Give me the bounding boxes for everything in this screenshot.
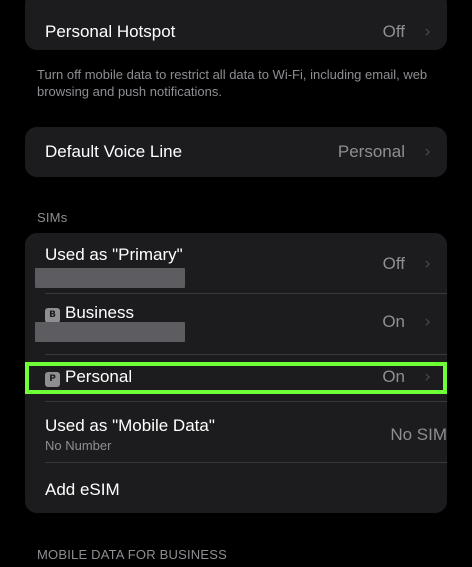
chevron-right-icon: › — [424, 367, 431, 387]
personal-sim-row[interactable]: P Personal On › — [25, 359, 447, 397]
business-sim-row[interactable]: B Business On › — [25, 294, 447, 354]
settings-screen: Personal Hotspot Off › Turn off mobile d… — [8, 0, 464, 567]
redacted-phone-number — [35, 268, 185, 288]
hotspot-group: Personal Hotspot Off › — [25, 0, 447, 50]
mobile-data-sim-value: No SIM — [390, 425, 447, 444]
mobile-data-sim-sublabel: No Number — [45, 438, 112, 453]
personal-hotspot-row[interactable]: Personal Hotspot Off › — [25, 0, 447, 50]
business-sim-label: B Business — [45, 303, 134, 323]
primary-sim-value: Off — [382, 254, 405, 273]
mobile-data-footnote: Turn off mobile data to restrict all dat… — [37, 67, 428, 99]
primary-sim-label: Used as "Primary" — [45, 245, 183, 264]
mobile-data-sim-row[interactable]: Used as "Mobile Data" No Number No SIM — [25, 402, 447, 462]
default-voice-line-label: Default Voice Line — [45, 142, 183, 161]
personal-sim-value: On — [382, 367, 405, 386]
business-sim-name: Business — [65, 303, 134, 322]
default-voice-line-value: Personal — [337, 142, 405, 161]
mobile-data-sim-label: Used as "Mobile Data" — [45, 416, 215, 435]
business-badge-icon: B — [45, 308, 60, 323]
business-data-section-header: MOBILE DATA FOR BUSINESS — [37, 547, 227, 562]
add-esim-link[interactable]: Add eSIM — [45, 480, 120, 500]
chevron-right-icon: › — [424, 142, 431, 162]
default-voice-line-row[interactable]: Default Voice Line Personal › — [25, 127, 447, 177]
chevron-right-icon: › — [424, 312, 431, 332]
personal-sim-label: P Personal — [45, 367, 132, 387]
add-esim-row[interactable]: Add eSIM — [25, 463, 447, 513]
personal-hotspot-value: Off — [382, 22, 405, 41]
personal-hotspot-label: Personal Hotspot — [45, 22, 176, 41]
sims-group: Used as "Primary" Off › B Business On › P… — [25, 233, 447, 513]
row-separator — [45, 354, 447, 355]
chevron-right-icon: › — [424, 254, 431, 274]
personal-sim-name: Personal — [65, 367, 133, 386]
redacted-phone-number — [35, 322, 185, 342]
voice-line-group: Default Voice Line Personal › — [25, 127, 447, 177]
sims-section-header: SIMs — [37, 210, 68, 225]
business-sim-value: On — [382, 312, 405, 331]
primary-sim-row[interactable]: Used as "Primary" Off › — [25, 233, 447, 293]
personal-badge-icon: P — [45, 372, 60, 387]
chevron-right-icon: › — [424, 22, 431, 42]
